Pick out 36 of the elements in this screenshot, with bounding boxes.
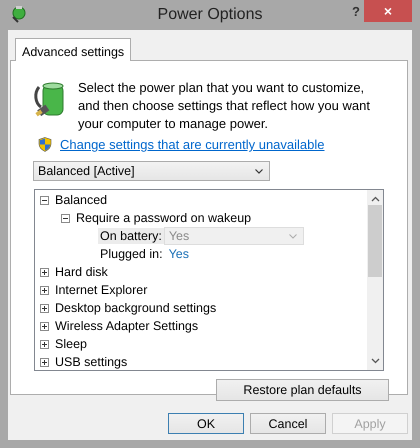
tree-item[interactable]: Balanced <box>55 193 108 207</box>
plan-dropdown[interactable]: Balanced [Active] <box>33 161 270 181</box>
close-button[interactable]: × <box>364 0 412 22</box>
setting-label: On battery: <box>98 228 164 244</box>
tree-item[interactable]: Wireless Adapter Settings <box>55 319 198 333</box>
tree-item[interactable]: Hard disk <box>55 265 108 279</box>
intro-text: Select the power plan that you want to customize, and then choose settings that reflect how you want your computer to manage power. <box>78 79 371 133</box>
tree-item[interactable]: USB settings <box>55 355 128 369</box>
window-title: Power Options <box>158 6 262 24</box>
tree-item[interactable]: Internet Explorer <box>55 283 148 297</box>
collapse-icon[interactable] <box>40 196 49 204</box>
change-settings-link[interactable]: Change settings that are currently unavailable <box>60 137 324 152</box>
caret-icon <box>255 168 263 174</box>
expand-icon[interactable] <box>40 304 49 312</box>
scroll-down-icon[interactable] <box>370 358 380 364</box>
expand-icon[interactable] <box>40 286 49 294</box>
expand-icon[interactable] <box>40 268 49 276</box>
tab[interactable]: Advanced settings <box>15 38 132 61</box>
scroll-up-icon[interactable] <box>370 196 380 202</box>
expand-icon[interactable] <box>40 322 49 330</box>
tree-item[interactable]: Desktop background settings <box>55 301 216 315</box>
scrollbar-thumb[interactable] <box>368 205 382 277</box>
setting-label: Plugged in: <box>99 246 164 262</box>
dialog-button[interactable]: OK <box>168 413 244 434</box>
scrollbar[interactable] <box>367 190 383 370</box>
collapse-icon[interactable] <box>61 214 70 222</box>
tree-item[interactable]: Require a password on wakeup <box>76 211 252 225</box>
restore-defaults-button[interactable]: Restore plan defaults <box>216 379 389 401</box>
expand-icon[interactable] <box>40 358 49 366</box>
help-button[interactable]: ? <box>346 0 366 22</box>
setting-value[interactable]: Yes <box>168 247 189 261</box>
dialog-button[interactable]: Cancel <box>250 413 326 434</box>
tree-item[interactable]: Sleep <box>55 337 87 351</box>
shield-icon <box>38 137 52 152</box>
caret-icon <box>288 234 297 238</box>
expand-icon[interactable] <box>40 340 49 348</box>
